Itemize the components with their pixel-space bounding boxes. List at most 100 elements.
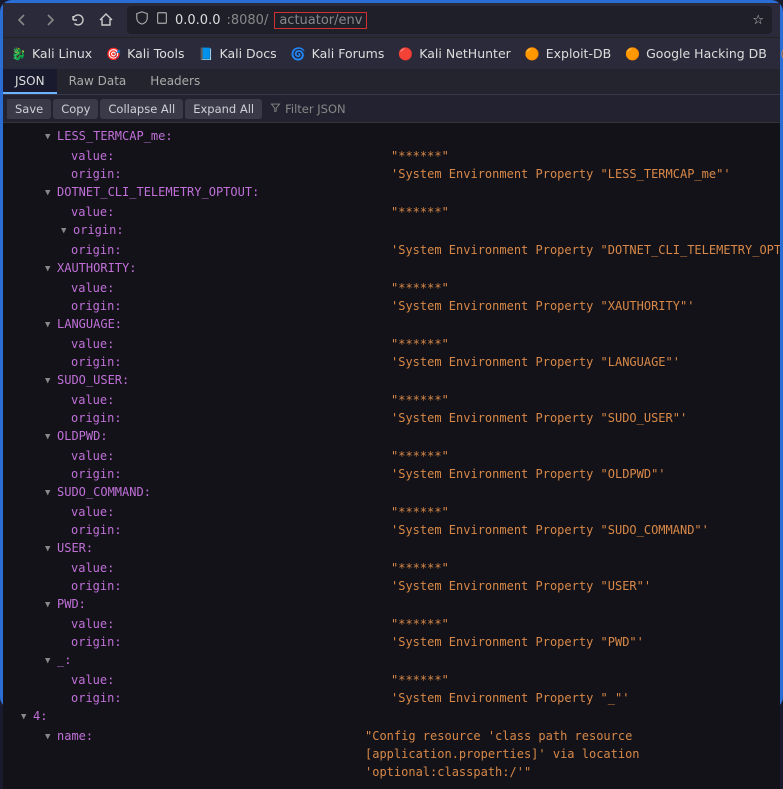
- json-key: PWD:: [57, 595, 86, 613]
- tree-row: origin:'System Environment Property "SUD…: [3, 409, 780, 427]
- tree-row: ▼LESS_TERMCAP_me:: [3, 127, 780, 147]
- json-value: 'System Environment Property "USER"': [391, 577, 651, 595]
- json-value: 'System Environment Property "DOTNET_CLI…: [391, 241, 780, 259]
- bookmark-item[interactable]: 🐉 Kali Linux: [11, 46, 92, 61]
- save-button[interactable]: Save: [7, 99, 51, 119]
- json-key-value: value:: [71, 505, 114, 519]
- tree-row: ▼name:"Config resource 'class path resou…: [3, 727, 780, 781]
- json-key-value: value:: [71, 393, 114, 407]
- bookmark-item[interactable]: 🟠Exploit-DB: [525, 46, 611, 61]
- bookmark-label: Exploit-DB: [546, 46, 611, 61]
- json-value: "******": [391, 671, 449, 689]
- reload-button[interactable]: [67, 9, 89, 31]
- copy-button[interactable]: Copy: [53, 99, 98, 119]
- tree-row: origin: 'System Environment Property "SUD…: [3, 521, 780, 539]
- json-value: 'System Environment Property "SUDO_USER"…: [391, 409, 687, 427]
- actions-bar: Save Copy Collapse All Expand All Filter…: [3, 95, 780, 123]
- json-value: 'System Environment Property "OLDPWD"': [391, 465, 666, 483]
- tab-headers[interactable]: Headers: [138, 69, 212, 94]
- bookmark-item[interactable]: 🔴 Kali NetHunter: [398, 46, 510, 61]
- tree-row: ▼LANGUAGE:: [3, 315, 780, 335]
- tree-row: value: "******": [3, 503, 780, 521]
- tree-row: origin:'System Environment Property "LES…: [3, 165, 780, 183]
- disclosure-triangle-icon[interactable]: ▼: [45, 484, 55, 502]
- tree-row: ▼OLDPWD:: [3, 427, 780, 447]
- bookmark-item[interactable]: 🌀Kali Forums: [291, 46, 385, 61]
- json-key-origin: origin:: [71, 467, 122, 481]
- json-value: 'System Environment Property "PWD"': [391, 633, 644, 651]
- disclosure-triangle-icon[interactable]: ▼: [45, 372, 55, 390]
- filter-input[interactable]: Filter JSON: [270, 102, 345, 116]
- bookmark-item[interactable]: 📘Kali Docs: [199, 46, 277, 61]
- url-path-highlighted: actuator/env: [274, 12, 367, 29]
- forward-button[interactable]: [39, 9, 61, 31]
- tree-row: ▼4:: [3, 707, 780, 727]
- tab-json[interactable]: JSON: [3, 69, 57, 94]
- json-value: "******": [391, 615, 449, 633]
- json-value: "******": [391, 503, 449, 521]
- json-key: SUDO_COMMAND:: [57, 483, 151, 501]
- tree-row: origin: 'System Environment Property "PWD…: [3, 633, 780, 651]
- json-key-origin: origin:: [71, 635, 122, 649]
- url-port: :8080/: [226, 13, 268, 28]
- bookmark-star-icon[interactable]: ☆: [752, 13, 764, 28]
- disclosure-triangle-icon[interactable]: ▼: [45, 428, 55, 446]
- tree-row: origin:'System Environment Property "DOT…: [3, 241, 780, 259]
- disclosure-triangle-icon[interactable]: ▼: [21, 708, 31, 726]
- disclosure-triangle-icon[interactable]: ▼: [45, 184, 55, 202]
- disclosure-triangle-icon[interactable]: ▼: [61, 222, 71, 240]
- json-key-value: value:: [71, 617, 114, 631]
- tree-row: origin: 'System Environment Property "OLD…: [3, 465, 780, 483]
- disclosure-triangle-icon[interactable]: ▼: [45, 652, 55, 670]
- bookmark-icon: 🐉: [11, 47, 26, 61]
- bookmark-icon: 🔴: [398, 47, 413, 61]
- json-tree: ▼LESS_TERMCAP_me:value:"******"origin:'S…: [3, 123, 780, 789]
- bookmark-label: Kali Linux: [32, 46, 92, 61]
- bookmark-icon: 🎯: [106, 47, 121, 61]
- json-key-value: value:: [71, 673, 114, 687]
- json-value: "******": [391, 335, 449, 353]
- json-key: LANGUAGE:: [57, 315, 122, 333]
- json-key: DOTNET_CLI_TELEMETRY_OPTOUT:: [57, 183, 259, 201]
- json-key-origin: origin:: [71, 355, 122, 369]
- tree-row: ▼DOTNET_CLI_TELEMETRY_OPTOUT:: [3, 183, 780, 203]
- tab-raw-data[interactable]: Raw Data: [57, 69, 139, 94]
- json-value: 'System Environment Property "SUDO_COMMA…: [391, 521, 709, 539]
- bookmark-label: Kali NetHunter: [419, 46, 510, 61]
- tree-row: ▼USER:: [3, 539, 780, 559]
- page-icon: [155, 11, 169, 29]
- json-value: "******": [391, 279, 449, 297]
- disclosure-triangle-icon[interactable]: ▼: [45, 540, 55, 558]
- filter-icon: [270, 102, 281, 116]
- json-value: "******": [391, 391, 449, 409]
- home-button[interactable]: [95, 9, 117, 31]
- disclosure-triangle-icon[interactable]: ▼: [45, 728, 55, 746]
- json-key-origin: origin:: [73, 221, 124, 239]
- bookmark-item[interactable]: 🟠Google Hacking DB: [625, 46, 767, 61]
- back-button[interactable]: [11, 9, 33, 31]
- disclosure-triangle-icon[interactable]: ▼: [45, 128, 55, 146]
- disclosure-triangle-icon[interactable]: ▼: [45, 260, 55, 278]
- tree-row: value: "******": [3, 615, 780, 633]
- disclosure-triangle-icon[interactable]: ▼: [45, 596, 55, 614]
- json-key-value: value:: [71, 449, 114, 463]
- bookmark-label: Google Hacking DB: [646, 46, 767, 61]
- json-key-origin: origin:: [71, 523, 122, 537]
- tree-row: value:"******": [3, 147, 780, 165]
- tree-row: ▼_:: [3, 651, 780, 671]
- json-value: 'System Environment Property "XAUTHORITY…: [391, 297, 694, 315]
- expand-all-button[interactable]: Expand All: [185, 99, 262, 119]
- disclosure-triangle-icon[interactable]: ▼: [45, 316, 55, 334]
- collapse-all-button[interactable]: Collapse All: [100, 99, 183, 119]
- bookmarks-bar: 🐉 Kali Linux 🎯 Kali Tools 📘Kali Docs 🌀Kali Fo…: [3, 37, 780, 69]
- url-bar[interactable]: 0.0.0.0:8080/actuator/env ☆: [127, 6, 772, 34]
- bookmark-label: Kali Tools: [127, 46, 184, 61]
- bookmark-item[interactable]: 🎯 Kali Tools: [106, 46, 184, 61]
- json-key-index: 4:: [33, 707, 47, 725]
- shield-icon: [135, 11, 149, 29]
- json-key: SUDO_USER:: [57, 371, 129, 389]
- tree-row: ▼XAUTHORITY:: [3, 259, 780, 279]
- json-key-origin: origin:: [71, 579, 122, 593]
- json-value: "******": [391, 447, 449, 465]
- json-key-origin: origin:: [71, 299, 122, 313]
